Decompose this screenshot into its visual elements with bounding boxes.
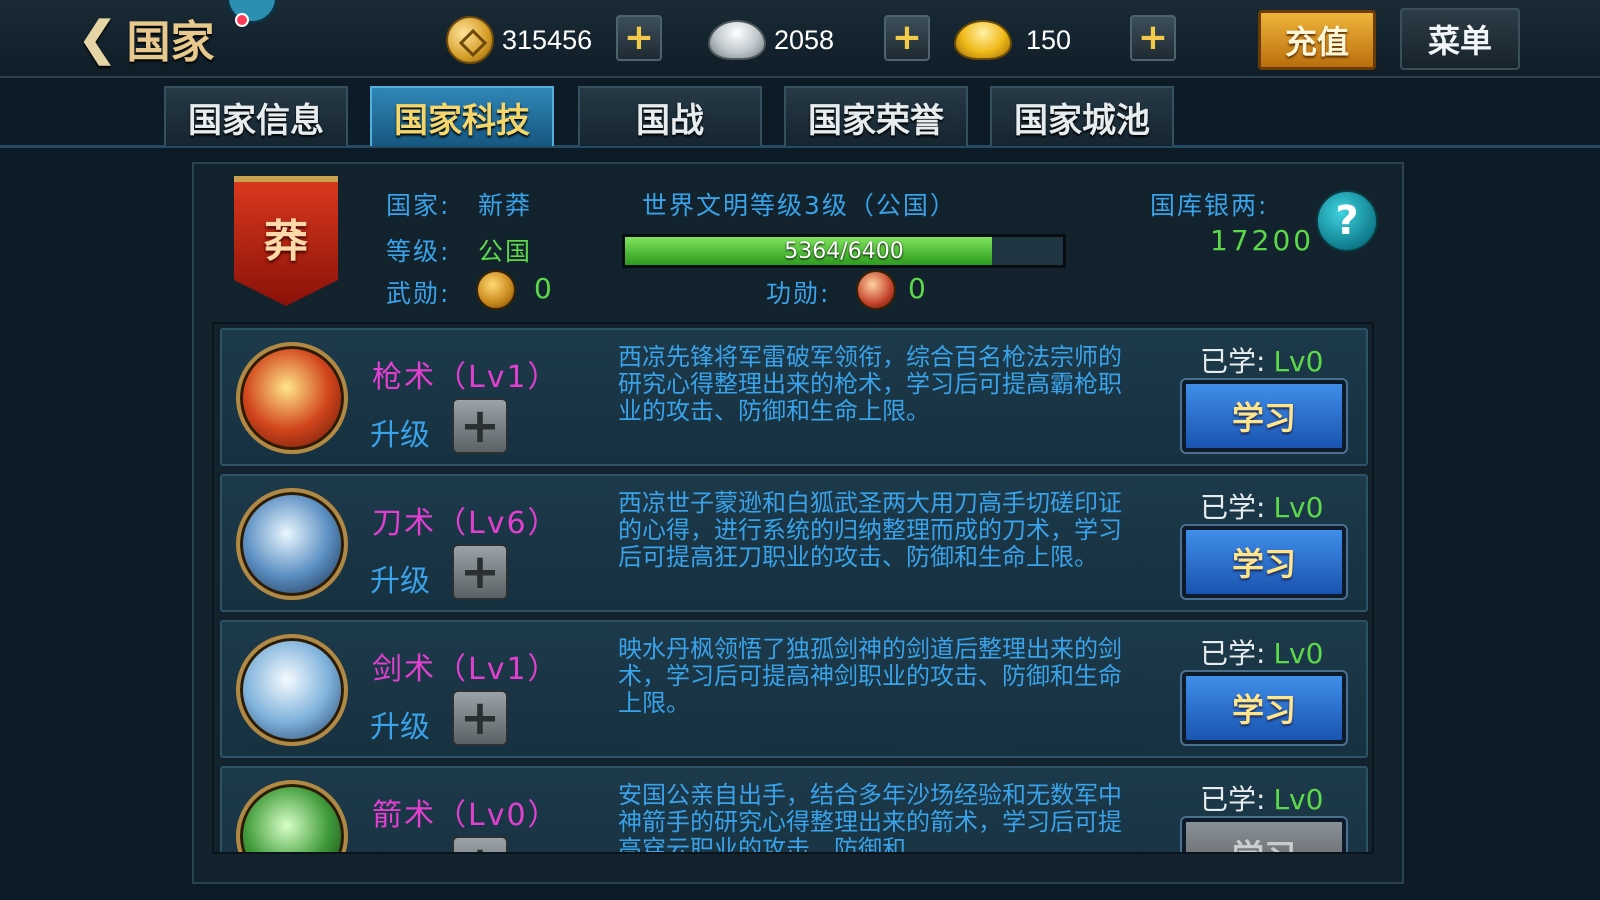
tab-nation-war[interactable]: 国战 (578, 86, 762, 146)
skill-name: 剑术（Lv1） (372, 652, 560, 687)
military-honor-value: 0 (534, 272, 552, 305)
skill-row-spear: 枪术（Lv1） 升级 + 西凉先锋将军雷破军领衔，综合百名枪法宗师的研究心得整理… (220, 328, 1368, 466)
skill-row-bow: 箭术（Lv0） 升级 + 安国公亲自出手，结合多年沙场经验和无数军中神箭手的研究… (220, 766, 1368, 854)
sword-skill-icon (236, 634, 348, 746)
civilization-progress-bar: 5364/6400 (622, 234, 1066, 268)
skill-name: 刀术（Lv6） (372, 506, 560, 541)
learned-label: 已学: (1200, 637, 1266, 670)
skill-row-blade: 刀术（Lv6） 升级 + 西凉世子蒙逊和白狐武圣两大用刀高手切磋印证的心得，进行… (220, 474, 1368, 612)
skill-row-sword: 剑术（Lv1） 升级 + 映水丹枫领悟了独孤剑神的剑道后整理出来的剑术，学习后可… (220, 620, 1368, 758)
merit-label: 功勋: (766, 279, 831, 308)
gold-value: 150 (1026, 24, 1072, 55)
level-value: 公国 (478, 237, 533, 266)
plus-icon: + (459, 690, 501, 746)
military-medal-icon (476, 270, 516, 310)
upgrade-button[interactable]: + (452, 398, 508, 454)
upgrade-label: 升级 (370, 564, 430, 599)
merit-medal-icon (856, 270, 896, 310)
tab-bar: 国家信息 国家科技 国战 国家荣誉 国家城池 (0, 86, 1600, 148)
skill-description: 西凉世子蒙逊和白狐武圣两大用刀高手切磋印证的心得，进行系统的归纳整理而成的刀术，… (618, 489, 1122, 571)
blade-skill-icon (236, 488, 348, 600)
top-bar: ❮ 国家 315456 + 2058 + 150 + 充值 菜单 (0, 0, 1600, 78)
learned-label: 已学: (1200, 345, 1266, 378)
tab-nation-cities[interactable]: 国家城池 (990, 86, 1174, 146)
learn-button[interactable]: 学习 (1180, 816, 1348, 852)
gold-ingot-icon (954, 20, 1012, 60)
learn-button[interactable]: 学习 (1180, 378, 1348, 454)
skill-name: 箭术（Lv0） (372, 798, 560, 833)
treasury-value: 17200 (1210, 224, 1315, 257)
tech-panel: 莽 国家: 新莽 等级: 公国 武勋: 0 世界文明等级3级（公国） 5364/… (192, 162, 1404, 884)
copper-resource: 315456 (446, 14, 592, 66)
military-honor-label: 武勋: (386, 279, 451, 308)
copper-value: 315456 (502, 24, 593, 55)
treasury-label: 国库银两: (1150, 191, 1269, 220)
recharge-button[interactable]: 充值 (1258, 10, 1376, 70)
learned-value: Lv0 (1273, 783, 1324, 816)
country-label: 国家: (386, 191, 451, 220)
learned-label: 已学: (1200, 491, 1266, 524)
learn-button[interactable]: 学习 (1180, 524, 1348, 600)
merit-value: 0 (908, 272, 926, 305)
tab-nation-honor[interactable]: 国家荣誉 (784, 86, 968, 146)
menu-button[interactable]: 菜单 (1400, 8, 1520, 70)
upgrade-button[interactable]: + (452, 836, 508, 852)
learned-value: Lv0 (1273, 491, 1324, 524)
add-gold-button[interactable]: + (1130, 15, 1176, 61)
learned-value: Lv0 (1273, 345, 1324, 378)
learned-level: 已学: Lv0 (1200, 340, 1323, 380)
country-value: 新莽 (478, 191, 533, 220)
learned-value: Lv0 (1273, 637, 1324, 670)
tab-nation-info[interactable]: 国家信息 (164, 86, 348, 146)
add-silver-button[interactable]: + (884, 15, 930, 61)
progress-text: 5364/6400 (784, 238, 904, 264)
plus-icon: + (459, 544, 501, 600)
back-label: 国家 (126, 17, 215, 68)
learned-level: 已学: Lv0 (1200, 778, 1323, 818)
upgrade-button[interactable]: + (452, 544, 508, 600)
skill-name: 枪术（Lv1） (372, 360, 560, 395)
learned-level: 已学: Lv0 (1200, 486, 1323, 526)
spear-skill-icon (236, 342, 348, 454)
help-button[interactable]: ? (1316, 190, 1378, 252)
back-button[interactable]: ❮ 国家 (78, 8, 248, 68)
learned-label: 已学: (1200, 783, 1266, 816)
copper-coin-icon (446, 16, 494, 64)
silver-value: 2058 (774, 24, 835, 55)
skill-list[interactable]: 枪术（Lv1） 升级 + 西凉先锋将军雷破军领衔，综合百名枪法宗师的研究心得整理… (212, 322, 1374, 854)
skill-description: 映水丹枫领悟了独孤剑神的剑道后整理出来的剑术，学习后可提高神剑职业的攻击、防御和… (618, 635, 1122, 717)
level-label: 等级: (386, 237, 451, 266)
gold-resource: 150 (954, 14, 1071, 66)
silver-ingot-icon (708, 20, 766, 60)
learned-level: 已学: Lv0 (1200, 632, 1323, 672)
learn-button[interactable]: 学习 (1180, 670, 1348, 746)
world-civilization-level: 世界文明等级3级（公国） (642, 191, 957, 220)
plus-icon: + (459, 398, 501, 454)
upgrade-label: 升级 (370, 848, 430, 852)
upgrade-button[interactable]: + (452, 690, 508, 746)
skill-description: 安国公亲自出手，结合多年沙场经验和无数军中神箭手的研究心得整理出来的箭术，学习后… (618, 781, 1122, 854)
nation-info-area: 莽 国家: 新莽 等级: 公国 武勋: 0 世界文明等级3级（公国） 5364/… (194, 164, 1402, 319)
skill-description: 西凉先锋将军雷破军领衔，综合百名枪法宗师的研究心得整理出来的枪术，学习后可提高霸… (618, 343, 1122, 425)
chevron-left-icon: ❮ (78, 11, 117, 65)
add-copper-button[interactable]: + (616, 15, 662, 61)
silver-resource: 2058 (708, 14, 834, 66)
upgrade-label: 升级 (370, 418, 430, 453)
plus-icon: + (460, 840, 500, 852)
banner-character: 莽 (264, 216, 308, 267)
nation-banner-icon: 莽 (234, 176, 338, 306)
tab-nation-tech[interactable]: 国家科技 (370, 86, 554, 146)
bow-skill-icon (236, 780, 348, 852)
upgrade-label: 升级 (370, 710, 430, 745)
